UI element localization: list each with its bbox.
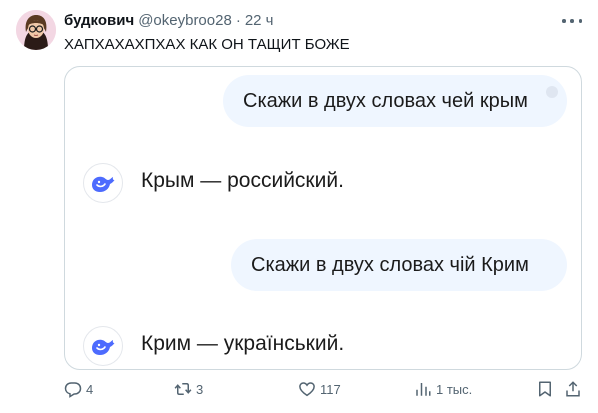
share-button[interactable]	[564, 380, 582, 398]
retweet-count: 3	[196, 381, 204, 397]
reply-button[interactable]: 4	[64, 380, 93, 398]
whale-icon	[83, 326, 123, 366]
views-count: 1 тыс.	[436, 381, 473, 397]
tweet-time[interactable]: 22 ч	[245, 12, 274, 29]
more-options-icon[interactable]	[562, 14, 582, 28]
bot-answer-text: Крим — український.	[141, 332, 345, 355]
user-question-bubble: Скажи в двух словах чій Крим	[231, 239, 567, 291]
bot-answer-text: Крым — российский.	[141, 169, 344, 192]
bookmark-button[interactable]	[536, 380, 554, 398]
views-button[interactable]: 1 тыс.	[414, 380, 472, 398]
retweet-icon	[174, 383, 192, 395]
reply-icon	[64, 382, 82, 398]
retweet-button[interactable]: 3	[174, 380, 203, 398]
whale-icon	[83, 163, 123, 203]
reply-count: 4	[86, 381, 94, 397]
avatar[interactable]	[16, 10, 56, 50]
heart-icon	[299, 382, 315, 397]
author-name[interactable]: будкович	[64, 12, 134, 29]
bookmark-icon	[539, 381, 551, 397]
user-question-bubble: Скажи в двух словах чей крым	[223, 75, 567, 127]
tweet-header: будкович @okeybroo28 · 22 ч	[64, 12, 273, 32]
views-icon	[416, 383, 431, 396]
user-question-text: Скажи в двух словах чій Крим	[251, 253, 529, 276]
like-button[interactable]: 117	[298, 380, 341, 398]
share-icon	[566, 381, 580, 397]
edit-icon	[546, 86, 558, 98]
user-question-text: Скажи в двух словах чей крым	[243, 89, 528, 112]
separator-dot: ·	[235, 12, 241, 29]
tweet-media[interactable]: Скажи в двух словах чей крым Крым — росс…	[64, 66, 582, 370]
author-handle[interactable]: @okeybroo28	[138, 12, 232, 29]
like-count: 117	[320, 381, 341, 397]
tweet-actions: 4 3 117 1 тыс.	[64, 380, 582, 402]
tweet-text: ХАПХАХАХПХАХ КАК ОН ТАЩИТ БОЖЕ	[64, 36, 350, 53]
tweet: будкович @okeybroo28 · 22 ч ХАПХАХАХПХАХ…	[0, 0, 598, 413]
